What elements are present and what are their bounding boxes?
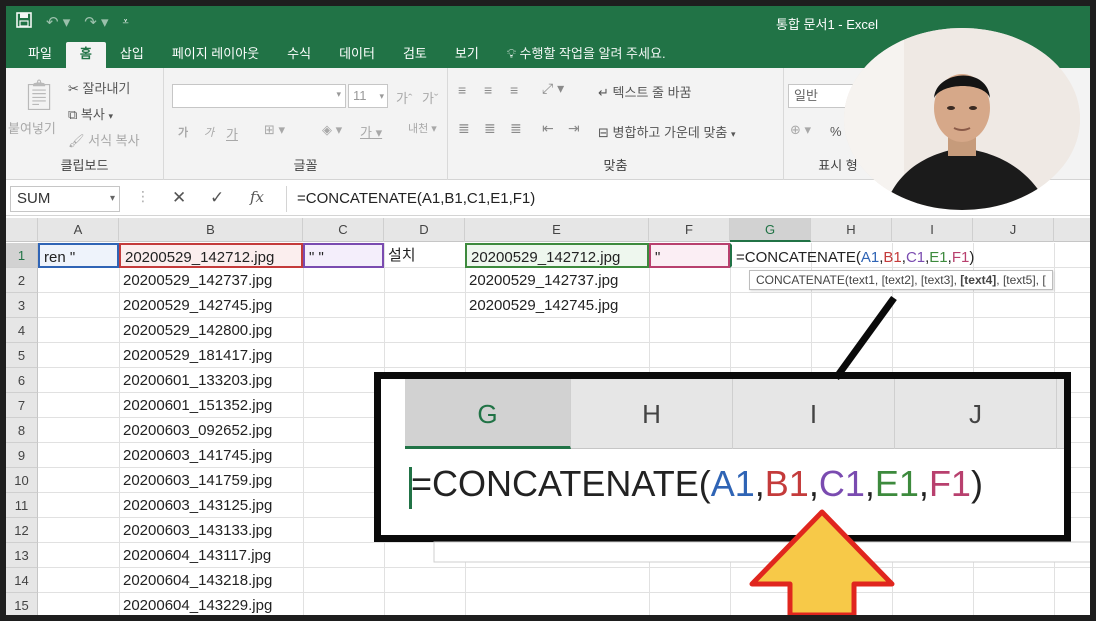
callout-connector-line [833, 295, 897, 381]
up-arrow-icon [749, 509, 895, 615]
excel-window: ↶ ▾ ↷ ▾ ⩡ 통합 문서1 - Excel 파일 홈 삽입 페이지 레이아… [6, 6, 1090, 615]
person-avatar [844, 28, 1080, 210]
zoom-tooltip-peek [433, 541, 1090, 563]
webcam-overlay [844, 28, 1080, 210]
